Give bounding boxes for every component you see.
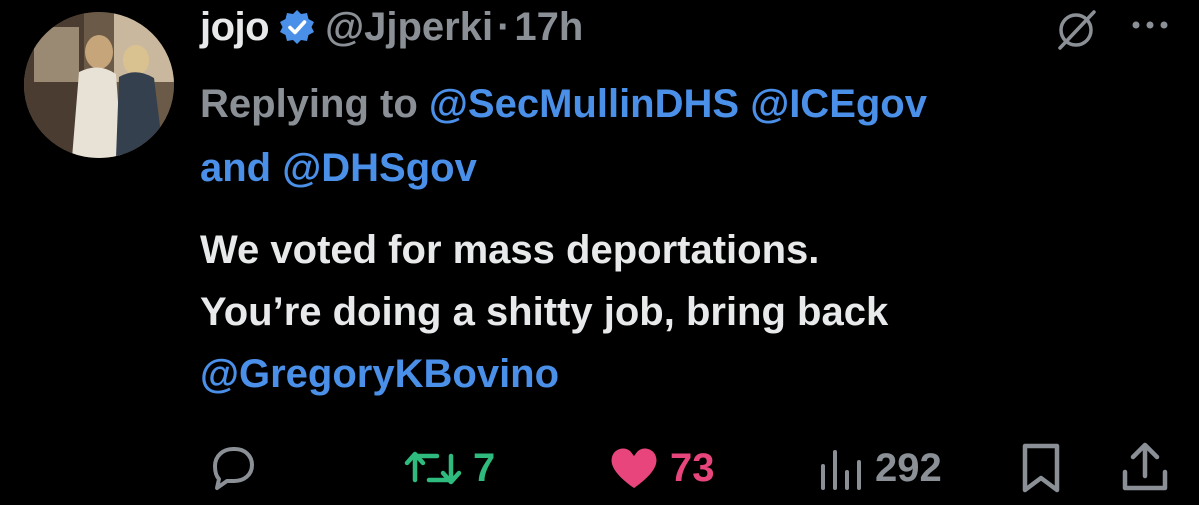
reply-icon (213, 447, 254, 490)
tweet-header: jojo @Jjperki · 17h (200, 2, 583, 52)
mention-link[interactable]: @GregoryKBovino (200, 343, 1160, 405)
replying-to: Replying to @SecMullinDHS @ICEgov and @D… (200, 72, 1160, 200)
author-handle[interactable]: @Jjperki (325, 5, 493, 50)
retweet-count: 7 (473, 445, 496, 490)
views-icon (821, 450, 861, 490)
tweet-text-line: We voted for mass deportations. (200, 228, 820, 272)
verified-badge-icon (279, 9, 315, 45)
mention-link[interactable]: @DHSgov (282, 146, 477, 190)
share-button[interactable] (1117, 440, 1173, 496)
display-name[interactable]: jojo (200, 5, 270, 50)
mention-joiner: and (200, 146, 272, 190)
views-count: 292 (875, 445, 942, 490)
retweet-button[interactable]: 7 (401, 440, 495, 496)
views-button[interactable]: 292 (815, 440, 942, 496)
heart-icon (611, 448, 657, 488)
like-button[interactable]: 73 (606, 440, 715, 496)
more-options-icon[interactable] (1128, 10, 1172, 40)
like-count: 73 (670, 445, 715, 490)
mention-link[interactable]: @SecMullinDHS (429, 82, 739, 126)
separator-dot: · (497, 4, 511, 49)
reply-button[interactable] (203, 440, 267, 496)
avatar-photo (24, 12, 174, 158)
avatar[interactable] (24, 12, 174, 158)
timestamp[interactable]: 17h (514, 5, 583, 50)
bookmark-button[interactable] (1015, 440, 1067, 496)
mention-link[interactable]: @ICEgov (750, 82, 927, 126)
tweet-text: We voted for mass deportations. You’re d… (200, 219, 1160, 405)
share-icon (1122, 442, 1168, 491)
retweet-icon (404, 451, 462, 485)
replying-prefix: Replying to (200, 82, 418, 126)
tweet-text-line: You’re doing a shitty job, bring back (200, 290, 889, 334)
action-bar: 7 73 292 (0, 440, 1199, 500)
grok-icon[interactable] (1054, 6, 1100, 52)
bookmark-icon (1022, 443, 1060, 493)
